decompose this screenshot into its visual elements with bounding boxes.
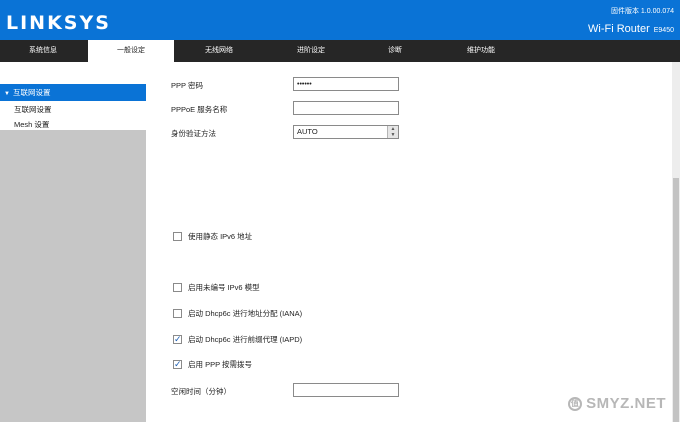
- scrollbar-thumb[interactable]: [673, 178, 679, 422]
- unnumbered-ipv6-label: 启用未编号 IPv6 模型: [188, 282, 260, 292]
- unnumbered-ipv6-option[interactable]: 启用未编号 IPv6 模型: [173, 282, 260, 292]
- static-ipv6-option[interactable]: 使用静态 IPv6 地址: [173, 231, 252, 241]
- pppoe-service-label: PPPoE 服务名称: [171, 105, 228, 114]
- main-nav: 系统信息 一般设定 无线网络 进阶设定 诊断 维护功能: [0, 40, 680, 62]
- tab-system-info[interactable]: 系统信息: [0, 40, 86, 62]
- product-info: Wi-Fi Router E9450: [588, 19, 674, 37]
- model-number: E9450: [653, 27, 674, 34]
- ppp-on-demand-label: 启用 PPP 按需拨号: [188, 359, 253, 369]
- firmware-version: 固件版本 1.0.00.074: [610, 8, 674, 15]
- tab-wireless[interactable]: 无线网络: [176, 40, 262, 62]
- pppoe-service-field[interactable]: [293, 101, 399, 115]
- ppp-on-demand-checkbox[interactable]: ✓: [173, 358, 182, 369]
- auth-method-label: 身份验证方法: [171, 129, 216, 138]
- updown-arrows-icon: ▲ ▼: [387, 126, 398, 138]
- ppp-password-label: PPP 密码: [171, 81, 203, 90]
- idle-time-field[interactable]: [293, 383, 399, 397]
- dhcp6c-iana-checkbox[interactable]: [173, 308, 182, 318]
- auth-method-select[interactable]: AUTO ▲ ▼: [293, 125, 399, 139]
- watermark: 值 SMYZ.NET: [568, 395, 666, 412]
- product-name: Wi-Fi Router: [588, 23, 650, 35]
- dhcp6c-iapd-option[interactable]: ✓ 启动 Dhcp6c 进行前缀代理 (IAPD): [173, 334, 302, 344]
- unnumbered-ipv6-checkbox[interactable]: [173, 282, 182, 292]
- linksys-logo: LINKSYS: [6, 12, 111, 34]
- ppp-on-demand-option[interactable]: ✓ 启用 PPP 按需拨号: [173, 359, 252, 369]
- sidebar-section-internet[interactable]: ▼ 互联网设置: [0, 84, 146, 101]
- tab-maintenance[interactable]: 维护功能: [438, 40, 524, 62]
- checkmark-icon: ✓: [174, 333, 182, 344]
- watermark-text: SMYZ.NET: [586, 395, 666, 412]
- ppp-password-field[interactable]: [293, 77, 399, 91]
- header-bar: LINKSYS 固件版本 1.0.00.074 Wi-Fi Router E945…: [0, 0, 680, 40]
- auth-method-value: AUTO: [297, 127, 318, 136]
- dhcp6c-iapd-label: 启动 Dhcp6c 进行前缀代理 (IAPD): [188, 334, 303, 344]
- tab-diagnostics[interactable]: 诊断: [352, 40, 438, 62]
- sidebar-section-label: 互联网设置: [12, 88, 51, 97]
- idle-time-label: 空闲时间（分钟）: [171, 387, 231, 396]
- static-ipv6-label: 使用静态 IPv6 地址: [188, 231, 253, 241]
- checkmark-icon: ✓: [174, 358, 182, 369]
- triangle-down-icon: ▼: [4, 91, 10, 97]
- sidebar-item-mesh-settings[interactable]: Mesh 设置: [14, 119, 49, 130]
- static-ipv6-checkbox[interactable]: [173, 231, 182, 241]
- tab-general-settings[interactable]: 一般设定: [88, 40, 174, 62]
- vertical-scrollbar[interactable]: [672, 62, 680, 422]
- dhcp6c-iana-label: 启动 Dhcp6c 进行地址分配 (IANA): [188, 308, 303, 318]
- sidebar: ▼ 互联网设置 互联网设置 Mesh 设置: [0, 62, 146, 422]
- dhcp6c-iana-option[interactable]: 启动 Dhcp6c 进行地址分配 (IANA): [173, 308, 302, 318]
- sidebar-item-internet-settings[interactable]: 互联网设置: [14, 104, 52, 115]
- tab-advanced[interactable]: 进阶设定: [268, 40, 354, 62]
- dhcp6c-iapd-checkbox[interactable]: ✓: [173, 333, 182, 344]
- watermark-logo-icon: 值: [568, 396, 583, 411]
